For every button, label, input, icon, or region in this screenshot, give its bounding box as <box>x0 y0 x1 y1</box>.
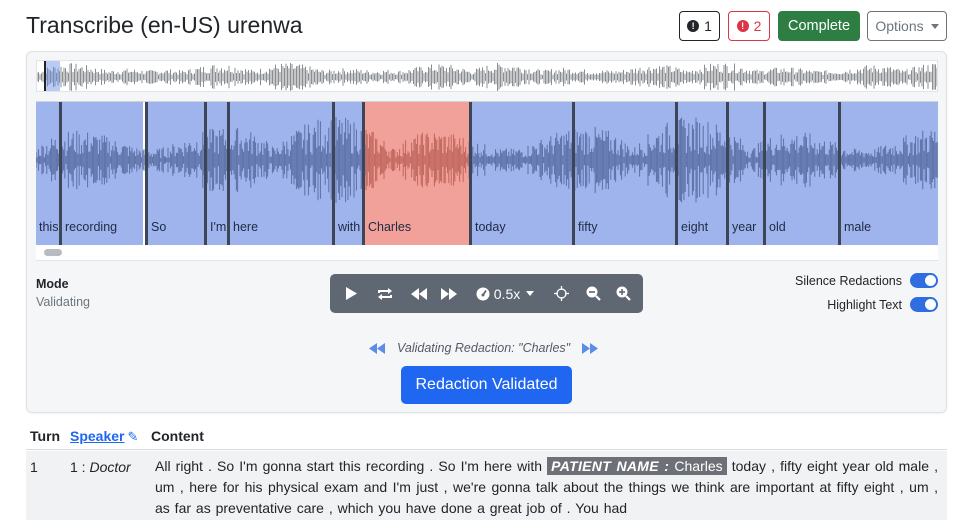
playback-rate-dropdown[interactable]: 0.5x <box>470 274 540 313</box>
word-label: I'm <box>210 220 227 234</box>
word-label: Charles <box>368 220 412 234</box>
redaction-navigator: Validating Redaction: "Charles" <box>369 341 599 355</box>
speaker-role: Doctor <box>89 459 131 475</box>
transcription-page: Transcribe (en-US) urenwa ! 1 ! 2 Comple… <box>0 0 969 520</box>
word-boundary-handle[interactable] <box>469 102 472 245</box>
pencil-icon[interactable]: ✎ <box>127 429 138 444</box>
table-row[interactable]: 1 1 : Doctor All right . So I'm gonna st… <box>26 451 947 520</box>
word-boundary-handle[interactable] <box>763 102 766 245</box>
redaction-value: Charles <box>669 458 723 474</box>
crosshair-icon <box>553 286 569 301</box>
zoom-out-icon <box>586 286 601 301</box>
transcript-table-header: Turn Speaker ✎ Content <box>26 421 947 450</box>
caret-down-icon <box>526 291 535 296</box>
errors-count-button[interactable]: ! 2 <box>728 11 770 41</box>
highlight-text-switch[interactable] <box>910 297 938 312</box>
notes-count-button[interactable]: ! 1 <box>679 11 720 41</box>
waveform-scrollbar[interactable] <box>36 245 938 261</box>
transcript-content[interactable]: All right . So I'm gonna start this reco… <box>155 456 938 519</box>
overview-waveform <box>37 63 937 91</box>
next-redaction-button[interactable] <box>582 342 599 354</box>
word-label: this <box>39 220 59 234</box>
loop-icon <box>378 287 392 300</box>
overview-viewport-marker[interactable] <box>44 61 60 91</box>
options-dropdown[interactable]: Options <box>867 11 947 41</box>
word-boundary-handle[interactable] <box>362 102 365 245</box>
word-boundary-handle[interactable] <box>204 102 207 245</box>
highlight-text-toggle-row: Highlight Text <box>827 297 938 312</box>
redaction-tag: PATIENT NAME : <box>551 458 670 474</box>
playback-rate: 0.5x <box>493 285 521 302</box>
turn-number: 1 <box>30 459 38 475</box>
speedometer-icon <box>476 287 490 300</box>
word-label: old <box>769 220 786 234</box>
word-label: with <box>338 220 361 234</box>
center-cursor-button[interactable] <box>548 274 574 313</box>
word-boundary-handle[interactable] <box>675 102 678 245</box>
column-content: Content <box>151 428 204 444</box>
word-boundary-handle[interactable] <box>572 102 575 245</box>
column-speaker: Speaker ✎ <box>70 428 138 445</box>
waveform-overview[interactable] <box>36 60 938 92</box>
word-boundary-handle[interactable] <box>332 102 335 245</box>
silence-redactions-switch[interactable] <box>910 273 938 288</box>
word-boundary-handle[interactable] <box>838 102 841 245</box>
page-title: Transcribe (en-US) urenwa <box>26 12 303 38</box>
zoom-in-button[interactable] <box>610 274 636 313</box>
notes-count: 1 <box>704 18 712 34</box>
silence-redactions-toggle-row: Silence Redactions <box>795 273 938 288</box>
play-button[interactable] <box>338 274 364 313</box>
silence-redactions-label: Silence Redactions <box>794 273 902 288</box>
zoom-out-button[interactable] <box>580 274 606 313</box>
errors-count: 2 <box>753 18 762 34</box>
word-label: fifty <box>578 220 598 234</box>
double-chevron-right-icon <box>582 342 599 354</box>
player-toolbar: 0.5x <box>330 274 643 313</box>
content-before: All right . So I'm gonna start this reco… <box>155 458 548 474</box>
speaker-number: 1 : <box>70 459 86 475</box>
exclamation-circle-icon: ! <box>687 20 700 32</box>
waveform-detail[interactable]: this recording So I'm here with Charles today fi… <box>36 101 938 245</box>
validation-status: Validating Redaction: "Charles" <box>397 341 571 355</box>
rewind-icon <box>411 287 427 300</box>
highlight-text-label: Highlight Text <box>827 297 902 312</box>
caret-down-icon <box>930 23 939 29</box>
redaction-validated-button[interactable]: Redaction Validated <box>401 366 572 404</box>
word-label: male <box>844 220 872 234</box>
complete-button[interactable]: Complete <box>778 11 860 41</box>
scrollbar-thumb[interactable] <box>44 249 62 256</box>
word-label: So <box>151 220 167 234</box>
play-icon <box>346 287 357 300</box>
speaker-cell[interactable]: 1 : Doctor <box>70 459 131 475</box>
waveform-path-highlighted <box>365 129 469 191</box>
fast-forward-button[interactable] <box>434 274 464 313</box>
waveform-path <box>36 117 938 203</box>
mode-value: Validating <box>36 295 90 309</box>
loop-button[interactable] <box>370 274 400 313</box>
options-label: Options <box>875 18 924 34</box>
word-label: recording <box>65 220 118 234</box>
overview-waveform-path <box>37 63 937 91</box>
double-chevron-left-icon <box>369 342 385 354</box>
word-boundary-handle[interactable] <box>145 102 148 245</box>
zoom-in-icon <box>616 286 631 301</box>
error-circle-icon: ! <box>736 20 749 32</box>
previous-redaction-button[interactable] <box>369 342 385 354</box>
word-label: today <box>475 220 506 234</box>
word-label: year <box>732 220 757 234</box>
word-label: here <box>233 220 259 234</box>
word-boundary-handle[interactable] <box>59 102 62 245</box>
mode-label: Mode <box>36 277 69 291</box>
word-boundary-handle[interactable] <box>726 102 729 245</box>
fast-forward-icon <box>441 287 457 300</box>
word-boundary-handle[interactable] <box>227 102 230 245</box>
speaker-sort-link[interactable]: Speaker <box>70 428 124 444</box>
redaction-highlight[interactable]: PATIENT NAME : Charles <box>547 457 727 475</box>
column-turn: Turn <box>30 428 61 444</box>
word-label: eight <box>681 220 709 234</box>
rewind-button[interactable] <box>404 274 434 313</box>
